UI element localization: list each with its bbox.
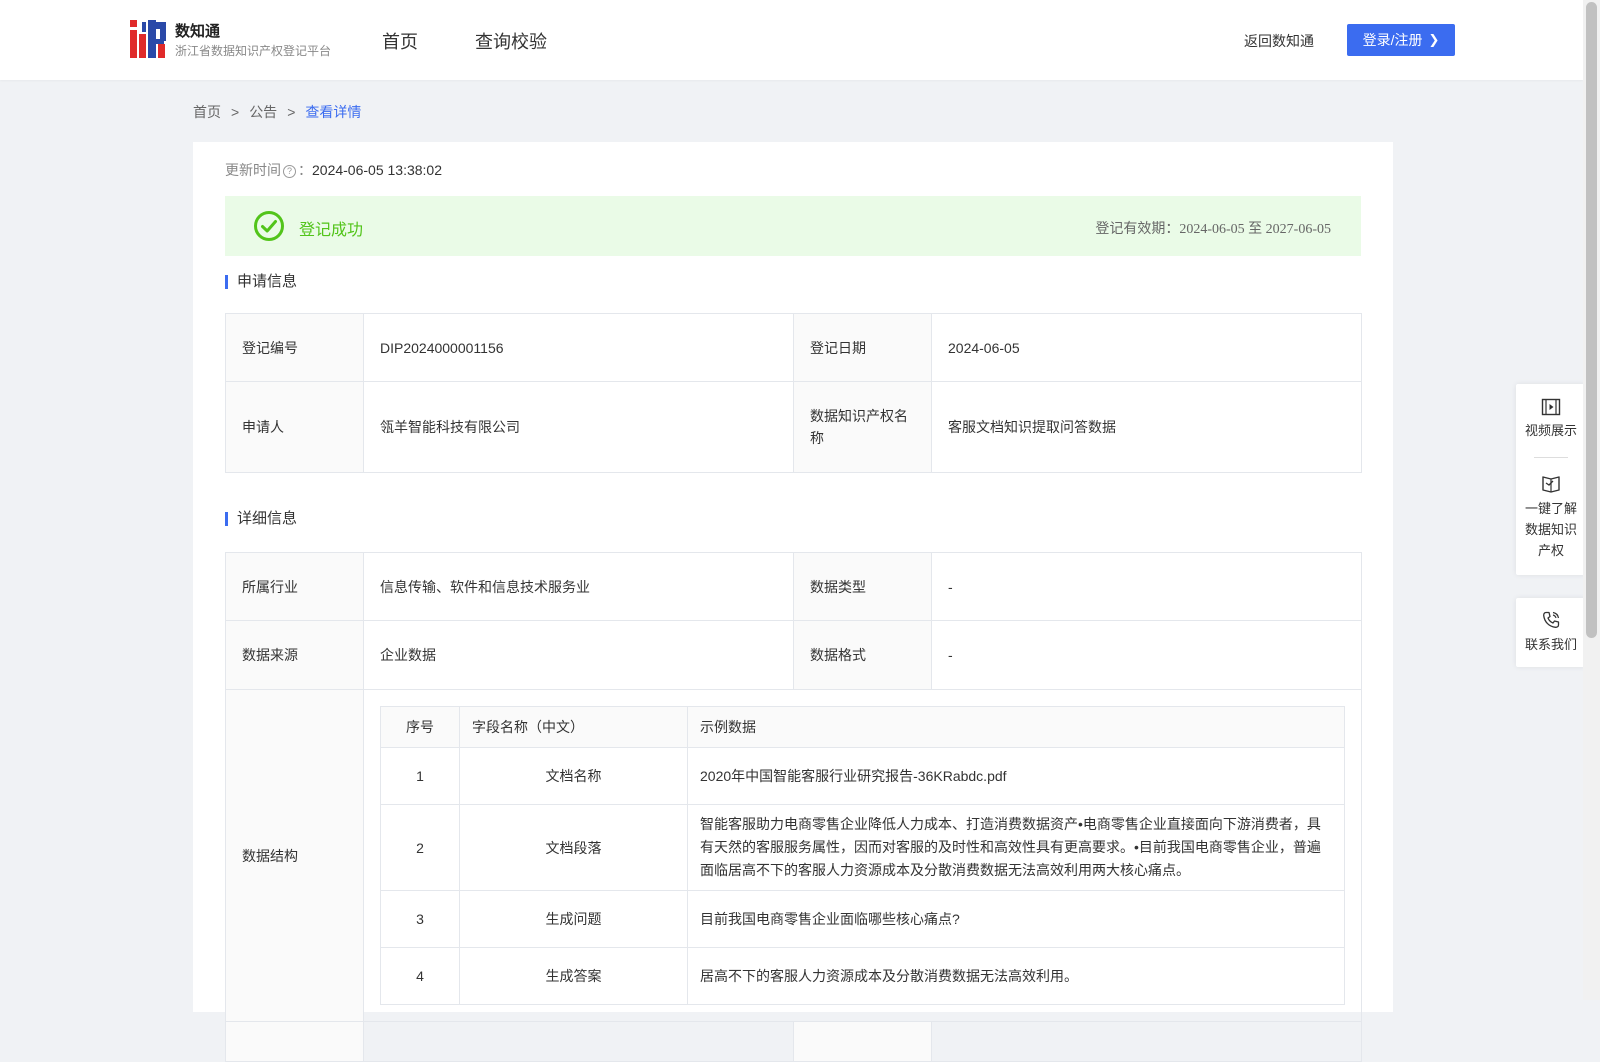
breadcrumb-notice[interactable]: 公告: [249, 104, 277, 120]
table-row: 3 生成问题 目前我国电商零售企业面临哪些核心痛点?: [380, 890, 1345, 948]
float-panel-top: 视频展示 一键了解数据知识产权: [1516, 384, 1586, 575]
row-index: 1: [380, 747, 460, 805]
table-row: 所属行业 信息传输、软件和信息技术服务业 数据类型 -: [225, 552, 1362, 621]
row-example: 智能客服助力电商零售企业降低人力成本、打造消费数据资产•电商零售企业直接面向下游…: [687, 804, 1345, 891]
data-type-value: -: [931, 552, 1362, 621]
applicant-label: 申请人: [225, 381, 364, 473]
table-row: 2 文档段落 智能客服助力电商零售企业降低人力成本、打造消费数据资产•电商零售企…: [380, 804, 1345, 891]
row-field-name: 生成问题: [459, 890, 688, 948]
row-index: 4: [380, 947, 460, 1005]
row-field-name: 生成答案: [459, 947, 688, 1005]
video-showcase-button[interactable]: 视频展示: [1516, 398, 1586, 441]
table-row: 申请人 瓴羊智能科技有限公司 数据知识产权名称 客服文档知识提取问答数据: [225, 381, 1362, 473]
row-index: 2: [380, 804, 460, 891]
learn-data-ip-button[interactable]: 一键了解数据知识产权: [1516, 474, 1586, 561]
breadcrumb-separator: >: [287, 104, 296, 120]
reg-number-label: 登记编号: [225, 313, 364, 382]
data-source-label: 数据来源: [225, 620, 364, 690]
data-format-label: 数据格式: [793, 620, 932, 690]
back-to-shuzhitong-link[interactable]: 返回数知通: [1244, 31, 1314, 51]
row-field-name: 文档名称: [459, 747, 688, 805]
contact-us-label: 联系我们: [1524, 637, 1577, 652]
brand-name: 数知通: [175, 23, 221, 40]
learn-data-ip-label: 一键了解数据知识产权: [1524, 501, 1577, 558]
validity-period: 登记有效期：2024-06-05 至 2027-06-05: [1095, 218, 1331, 238]
table-row: 数据结构 序号 字段名称（中文） 示例数据 1 文档名称 2020年中国智能客服…: [225, 689, 1362, 1022]
row-field-name: 文档段落: [459, 804, 688, 891]
chevron-right-icon: ❯: [1428, 32, 1440, 47]
table-row: 登记编号 DIP2024000001156 登记日期 2024-06-05: [225, 313, 1362, 382]
check-circle-icon: [254, 211, 284, 241]
row-index: 3: [380, 890, 460, 948]
registration-status-banner: 登记成功 登记有效期：2024-06-05 至 2027-06-05: [225, 196, 1361, 256]
phone-icon: [1543, 611, 1560, 628]
table-row: 数据来源 企业数据 数据格式 -: [225, 620, 1362, 690]
col-header-field-name: 字段名称（中文）: [459, 706, 688, 748]
book-icon: [1542, 476, 1560, 493]
table-row: 1 文档名称 2020年中国智能客服行业研究报告-36KRabdc.pdf: [380, 747, 1345, 805]
float-panel-bottom: 联系我们: [1516, 598, 1586, 667]
validity-label: 登记有效期：: [1095, 220, 1180, 236]
login-register-label: 登录/注册: [1362, 32, 1423, 48]
breadcrumb: 首页 > 公告 > 查看详情: [193, 102, 361, 122]
update-time-value: 2024-06-05 13:38:02: [312, 162, 442, 178]
contact-us-button[interactable]: 联系我们: [1516, 610, 1586, 655]
applicant-value: 瓴羊智能科技有限公司: [363, 381, 794, 473]
row-example: 2020年中国智能客服行业研究报告-36KRabdc.pdf: [687, 747, 1345, 805]
col-header-example: 示例数据: [687, 706, 1345, 748]
row-example: 目前我国电商零售企业面临哪些核心痛点?: [687, 890, 1345, 948]
update-time-colon: ：: [298, 162, 312, 178]
section-title-application: 申请信息: [225, 274, 297, 289]
table-row: [225, 1021, 1362, 1062]
row-example: 居高不下的客服人力资源成本及分散消费数据无法高效利用。: [687, 947, 1345, 1005]
update-time-row: 更新时间? ：2024-06-05 13:38:02: [225, 160, 442, 180]
col-header-index: 序号: [380, 706, 460, 748]
login-register-button[interactable]: 登录/注册 ❯: [1347, 24, 1455, 56]
empty-cell: [931, 1021, 1362, 1062]
breadcrumb-home[interactable]: 首页: [193, 104, 221, 120]
reg-date-label: 登记日期: [793, 313, 932, 382]
industry-label: 所属行业: [225, 552, 364, 621]
breadcrumb-current: 查看详情: [305, 104, 362, 120]
reg-date-value: 2024-06-05: [931, 313, 1362, 382]
industry-value: 信息传输、软件和信息技术服务业: [363, 552, 794, 621]
status-text: 登记成功: [299, 222, 364, 239]
ip-name-value: 客服文档知识提取问答数据: [931, 381, 1362, 473]
structure-header-row: 序号 字段名称（中文） 示例数据: [380, 706, 1345, 748]
application-info-table: 登记编号 DIP2024000001156 登记日期 2024-06-05 申请…: [225, 313, 1362, 473]
data-source-value: 企业数据: [363, 620, 794, 690]
empty-cell: [225, 1021, 364, 1062]
empty-cell: [363, 1021, 794, 1062]
video-showcase-label: 视频展示: [1524, 423, 1577, 438]
validity-value: 2024-06-05 至 2027-06-05: [1179, 222, 1331, 237]
data-structure-table: 序号 字段名称（中文） 示例数据 1 文档名称 2020年中国智能客服行业研究报…: [380, 706, 1345, 1005]
table-row: 4 生成答案 居高不下的客服人力资源成本及分散消费数据无法高效利用。: [380, 947, 1345, 1005]
update-time-label: 更新时间: [225, 162, 281, 178]
brand-subtitle: 浙江省数据知识产权登记平台: [175, 44, 332, 58]
platform-logo-icon: [130, 20, 166, 58]
question-mark-icon[interactable]: ?: [283, 165, 296, 178]
nav-query-verify[interactable]: 查询校验: [475, 28, 547, 54]
video-icon: [1541, 398, 1561, 416]
empty-cell: [793, 1021, 932, 1062]
nav-home[interactable]: 首页: [382, 28, 418, 54]
ip-name-label: 数据知识产权名称: [793, 381, 932, 473]
detail-card: 更新时间? ：2024-06-05 13:38:02 登记成功 登记有效期：202…: [193, 142, 1393, 1062]
data-format-value: -: [931, 620, 1362, 690]
page-scrollbar-thumb[interactable]: [1586, 2, 1597, 638]
top-navigation-bar: 数知通 浙江省数据知识产权登记平台 首页 查询校验 返回数知通 登录/注册 ❯: [0, 0, 1583, 80]
data-type-label: 数据类型: [793, 552, 932, 621]
section-title-details: 详细信息: [225, 511, 297, 526]
divider: [1534, 457, 1568, 458]
breadcrumb-separator: >: [231, 104, 240, 120]
data-structure-label: 数据结构: [225, 689, 364, 1022]
data-structure-cell: 序号 字段名称（中文） 示例数据 1 文档名称 2020年中国智能客服行业研究报…: [363, 689, 1362, 1022]
detail-info-table: 所属行业 信息传输、软件和信息技术服务业 数据类型 - 数据来源 企业数据 数据…: [225, 552, 1362, 1062]
reg-number-value: DIP2024000001156: [363, 313, 794, 382]
